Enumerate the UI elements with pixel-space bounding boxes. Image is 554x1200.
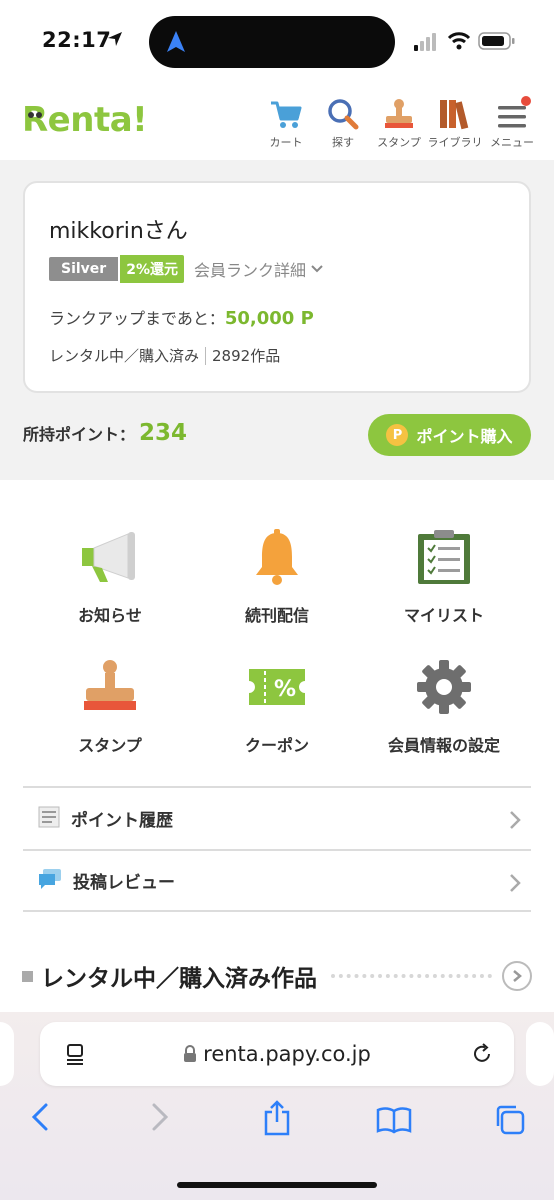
- point-coin-icon: P: [386, 424, 409, 446]
- next-tab-edge[interactable]: [526, 1022, 554, 1086]
- rank-detail-label: 会員ランク詳細: [194, 261, 307, 280]
- menu-icon: [481, 96, 543, 130]
- status-time: 22:17: [42, 28, 112, 52]
- grid-label-coupon: クーポン: [244, 736, 309, 755]
- grid-label-stamp: スタンプ: [78, 736, 142, 755]
- megaphone-icon: [20, 522, 200, 592]
- account-section: mikkorinさん Silver 2%還元 会員ランク詳細 ランクアップまであ…: [0, 160, 554, 480]
- logo-eyes-icon: [28, 112, 42, 118]
- address-bar[interactable]: renta.papy.co.jp: [40, 1022, 514, 1086]
- clipboard-icon: [354, 522, 534, 592]
- nav-cart-label: カート: [269, 136, 303, 149]
- status-bar: 22:17: [0, 0, 554, 80]
- section-title: レンタル中／購入済み作品: [41, 966, 317, 992]
- reload-icon[interactable]: [470, 1042, 494, 1070]
- battery-icon: [478, 31, 516, 55]
- location-arrow-icon: [106, 30, 124, 52]
- search-icon: [312, 96, 374, 130]
- rank-badges: Silver 2%還元 会員ランク詳細: [49, 255, 324, 283]
- nav-cart[interactable]: カート: [255, 96, 317, 150]
- grid-item-settings[interactable]: 会員情報の設定: [354, 652, 534, 756]
- rank-badge: Silver: [49, 257, 119, 281]
- owned-info: レンタル中／購入済み 2892作品: [49, 345, 280, 366]
- svg-text:%: %: [274, 677, 296, 702]
- stamp-icon: [368, 96, 430, 130]
- coupon-icon: %: [187, 652, 367, 722]
- owned-count: 2892作品: [212, 347, 281, 365]
- list-label-reviews: 投稿レビュー: [73, 873, 175, 893]
- share-icon[interactable]: [262, 1100, 292, 1140]
- grid-item-new-volumes[interactable]: 続刊配信: [187, 522, 367, 626]
- divider: [205, 346, 207, 365]
- nav-search-label: 探す: [332, 136, 354, 149]
- points-label: 所持ポイント：: [23, 425, 136, 444]
- grid-item-mylist[interactable]: マイリスト: [354, 522, 534, 626]
- chevron-right-icon: [509, 810, 521, 834]
- list-item-point-history[interactable]: ポイント履歴: [23, 786, 531, 849]
- nav-library-label: ライブラリ: [427, 136, 483, 149]
- rankup-value: 50,000 P: [224, 308, 314, 329]
- points-value: 234: [139, 420, 188, 446]
- nav-library[interactable]: ライブラリ: [424, 96, 486, 150]
- app-header: Renta! カート 探す スタンプ ライブラリ メニュー: [0, 80, 554, 160]
- lock-icon: [184, 1045, 197, 1062]
- owned-label: レンタル中／購入済み: [49, 347, 200, 365]
- grid-label-settings: 会員情報の設定: [387, 736, 500, 755]
- account-card: mikkorinさん Silver 2%還元 会員ランク詳細 ランクアップまであ…: [23, 181, 531, 393]
- bookmarks-icon[interactable]: [376, 1106, 412, 1138]
- section-more-button[interactable]: [502, 961, 532, 991]
- bell-icon: [187, 522, 367, 592]
- wifi-icon: [447, 31, 471, 55]
- tabs-icon[interactable]: [494, 1104, 526, 1140]
- gear-icon: [354, 652, 534, 722]
- grid-item-stamp[interactable]: スタンプ: [20, 652, 200, 756]
- dotted-divider: [331, 974, 492, 978]
- nav-search[interactable]: 探す: [312, 96, 374, 150]
- stamp-icon: [20, 652, 200, 722]
- rankup-info: ランクアップまであと：50,000 P: [49, 305, 314, 329]
- forward-icon[interactable]: [150, 1102, 170, 1136]
- url-text: renta.papy.co.jp: [40, 1042, 514, 1066]
- library-icon: [424, 96, 486, 130]
- url-label: renta.papy.co.jp: [203, 1042, 371, 1066]
- rankup-label: ランクアップまであと：: [49, 309, 225, 328]
- list-label-point-history: ポイント履歴: [71, 811, 173, 831]
- home-indicator: [177, 1182, 377, 1188]
- chevron-right-icon: [513, 970, 522, 982]
- menu-grid: お知らせ 5 続刊配信 9 マイリス: [0, 500, 554, 1046]
- grid-item-coupon[interactable]: % クーポン: [187, 652, 367, 756]
- username: mikkorinさん: [49, 219, 188, 244]
- speech-bubble-icon: [37, 867, 63, 895]
- receipt-icon: [37, 805, 61, 833]
- nav-menu-label: メニュー: [490, 136, 534, 149]
- browser-toolbar: renta.papy.co.jp: [0, 1012, 554, 1200]
- prev-tab-edge[interactable]: [0, 1022, 14, 1086]
- menu-notification-dot: [521, 96, 531, 106]
- buy-points-button[interactable]: P ポイント購入: [368, 414, 531, 456]
- rank-detail-link[interactable]: 会員ランク詳細: [194, 257, 324, 281]
- navigation-icon: [166, 30, 186, 58]
- points-row: 所持ポイント： 234: [23, 420, 187, 446]
- section-marker: [22, 970, 33, 982]
- grid-label-news: お知らせ: [78, 606, 142, 625]
- account-links-list: ポイント履歴 投稿レビュー: [23, 786, 531, 912]
- renta-logo[interactable]: Renta!: [22, 100, 148, 140]
- nav-stamp-label: スタンプ: [377, 136, 421, 149]
- buy-points-label: ポイント購入: [416, 427, 513, 446]
- signal-icon: [414, 33, 440, 55]
- list-item-reviews[interactable]: 投稿レビュー: [23, 849, 531, 912]
- grid-label-new-volumes: 続刊配信: [244, 606, 309, 625]
- nav-stamp[interactable]: スタンプ: [368, 96, 430, 150]
- nav-menu[interactable]: メニュー: [481, 96, 543, 150]
- rate-badge: 2%還元: [120, 255, 184, 283]
- chevron-down-icon: [311, 265, 323, 273]
- grid-item-news[interactable]: お知らせ: [20, 522, 200, 626]
- section-rented-purchased: レンタル中／購入済み作品: [22, 958, 532, 994]
- grid-label-mylist: マイリスト: [403, 606, 484, 625]
- chevron-right-icon: [509, 873, 521, 897]
- back-icon[interactable]: [30, 1102, 50, 1136]
- cart-icon: [255, 96, 317, 130]
